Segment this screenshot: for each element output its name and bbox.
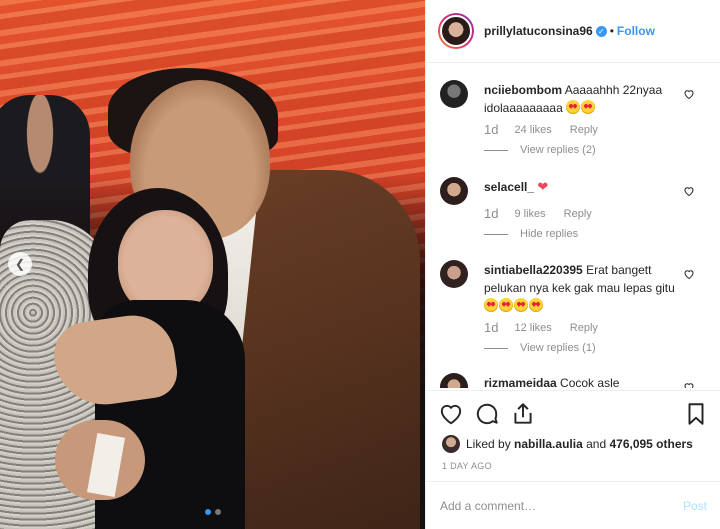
share-icon[interactable] bbox=[510, 401, 536, 427]
separator-dot: • bbox=[609, 24, 614, 38]
comment-like-icon[interactable] bbox=[683, 268, 695, 280]
comment-avatar[interactable] bbox=[440, 177, 468, 205]
comment-like-icon[interactable] bbox=[683, 185, 695, 197]
hide-replies-label: Hide replies bbox=[520, 228, 579, 240]
post-photo[interactable]: ❮ bbox=[0, 0, 425, 529]
comment-time: 1d bbox=[484, 206, 499, 221]
comment-username[interactable]: sintiabella220395 bbox=[484, 263, 583, 277]
liked-by-user[interactable]: nabilla.aulia bbox=[514, 437, 583, 451]
comment-item: rizmameidaa Cocok asle bbox=[440, 373, 710, 388]
comment-time: 1d bbox=[484, 320, 499, 335]
reply-button[interactable]: Reply bbox=[564, 208, 592, 220]
comment-likes[interactable]: 24 likes bbox=[514, 124, 551, 136]
bookmark-icon[interactable] bbox=[683, 401, 709, 427]
comment-likes[interactable]: 12 likes bbox=[514, 322, 551, 334]
comment-meta: 1d 12 likes Reply bbox=[484, 320, 598, 335]
comment-item: sintiabella220395 Erat bangett pelukan n… bbox=[440, 260, 710, 360]
liked-by-avatar bbox=[442, 435, 460, 453]
comment-item: nciiebombom Aaaaahhh 22nyaa idolaaaaaaaa… bbox=[440, 80, 710, 160]
carousel-dots bbox=[0, 509, 425, 515]
carousel-prev-button[interactable]: ❮ bbox=[8, 252, 32, 276]
comment-avatar[interactable] bbox=[440, 80, 468, 108]
likes-count[interactable]: 476,095 others bbox=[609, 437, 692, 451]
comment-meta: 1d 9 likes Reply bbox=[484, 206, 592, 221]
comment-body: selacell_ ❤ bbox=[484, 178, 684, 196]
follow-button[interactable]: Follow bbox=[617, 24, 655, 38]
post-actions: Liked by nabilla.aulia and 476,095 other… bbox=[426, 390, 720, 529]
comment-body: nciiebombom Aaaaahhh 22nyaa idolaaaaaaaa… bbox=[484, 81, 684, 117]
reply-button[interactable]: Reply bbox=[570, 124, 598, 136]
comment-item: selacell_ ❤ 1d 9 likes Reply Hide replie… bbox=[440, 177, 710, 247]
reply-button[interactable]: Reply bbox=[570, 322, 598, 334]
post-timestamp: 1 DAY AGO bbox=[442, 461, 492, 471]
avatar-image bbox=[440, 15, 472, 47]
view-replies-button[interactable]: View replies (2) bbox=[484, 144, 596, 156]
likes-middle: and bbox=[586, 437, 607, 451]
comment-input[interactable] bbox=[440, 499, 683, 513]
heart-eyes-emoji-icon bbox=[484, 298, 498, 312]
heart-eyes-emoji-icon bbox=[581, 100, 596, 114]
comment-username[interactable]: selacell_ bbox=[484, 180, 534, 194]
heart-icon[interactable] bbox=[438, 401, 464, 427]
heart-eyes-emoji-icon bbox=[499, 298, 513, 312]
comment-like-icon[interactable] bbox=[683, 88, 695, 100]
post-header: prillylatuconsina96 ✓ • Follow bbox=[426, 0, 720, 63]
comment-body: rizmameidaa Cocok asle bbox=[484, 374, 684, 388]
carousel-dot-active bbox=[204, 509, 211, 515]
action-icons bbox=[438, 401, 709, 427]
comment-avatar[interactable] bbox=[440, 260, 468, 288]
replies-divider bbox=[484, 347, 508, 349]
likes-prefix: Liked by bbox=[466, 437, 511, 451]
post-sidebar: prillylatuconsina96 ✓ • Follow nciiebomb… bbox=[425, 0, 720, 529]
heart-eyes-emoji-icon bbox=[566, 100, 581, 114]
comment-body: sintiabella220395 Erat bangett pelukan n… bbox=[484, 261, 684, 315]
comment-meta: 1d 24 likes Reply bbox=[484, 122, 598, 137]
comment-username[interactable]: nciiebombom bbox=[484, 83, 562, 97]
view-replies-label: View replies (2) bbox=[520, 144, 596, 156]
likes-summary[interactable]: Liked by nabilla.aulia and 476,095 other… bbox=[442, 435, 693, 453]
comment-likes[interactable]: 9 likes bbox=[514, 208, 545, 220]
post-username[interactable]: prillylatuconsina96 bbox=[484, 24, 593, 38]
view-replies-label: View replies (1) bbox=[520, 342, 596, 354]
replies-divider bbox=[484, 149, 508, 151]
comment-avatar[interactable] bbox=[440, 373, 468, 388]
add-comment-bar: Post bbox=[426, 481, 720, 529]
comment-username[interactable]: rizmameidaa bbox=[484, 376, 557, 388]
carousel-dot bbox=[214, 509, 221, 515]
comments-list[interactable]: nciiebombom Aaaaahhh 22nyaa idolaaaaaaaa… bbox=[426, 63, 720, 388]
chevron-left-icon: ❮ bbox=[14, 257, 26, 271]
hide-replies-button[interactable]: Hide replies bbox=[484, 228, 578, 240]
comment-like-icon[interactable] bbox=[683, 381, 695, 388]
comment-text: Cocok asle bbox=[560, 376, 620, 388]
avatar[interactable] bbox=[438, 13, 474, 49]
comment-time: 1d bbox=[484, 122, 499, 137]
replies-divider bbox=[484, 233, 508, 235]
heart-eyes-emoji-icon bbox=[529, 298, 543, 312]
verified-icon: ✓ bbox=[595, 25, 607, 37]
heart-eyes-emoji-icon bbox=[514, 298, 528, 312]
post-comment-button[interactable]: Post bbox=[683, 499, 707, 513]
red-heart-emoji-icon: ❤ bbox=[537, 179, 549, 194]
comment-icon[interactable] bbox=[474, 401, 500, 427]
view-replies-button[interactable]: View replies (1) bbox=[484, 342, 596, 354]
